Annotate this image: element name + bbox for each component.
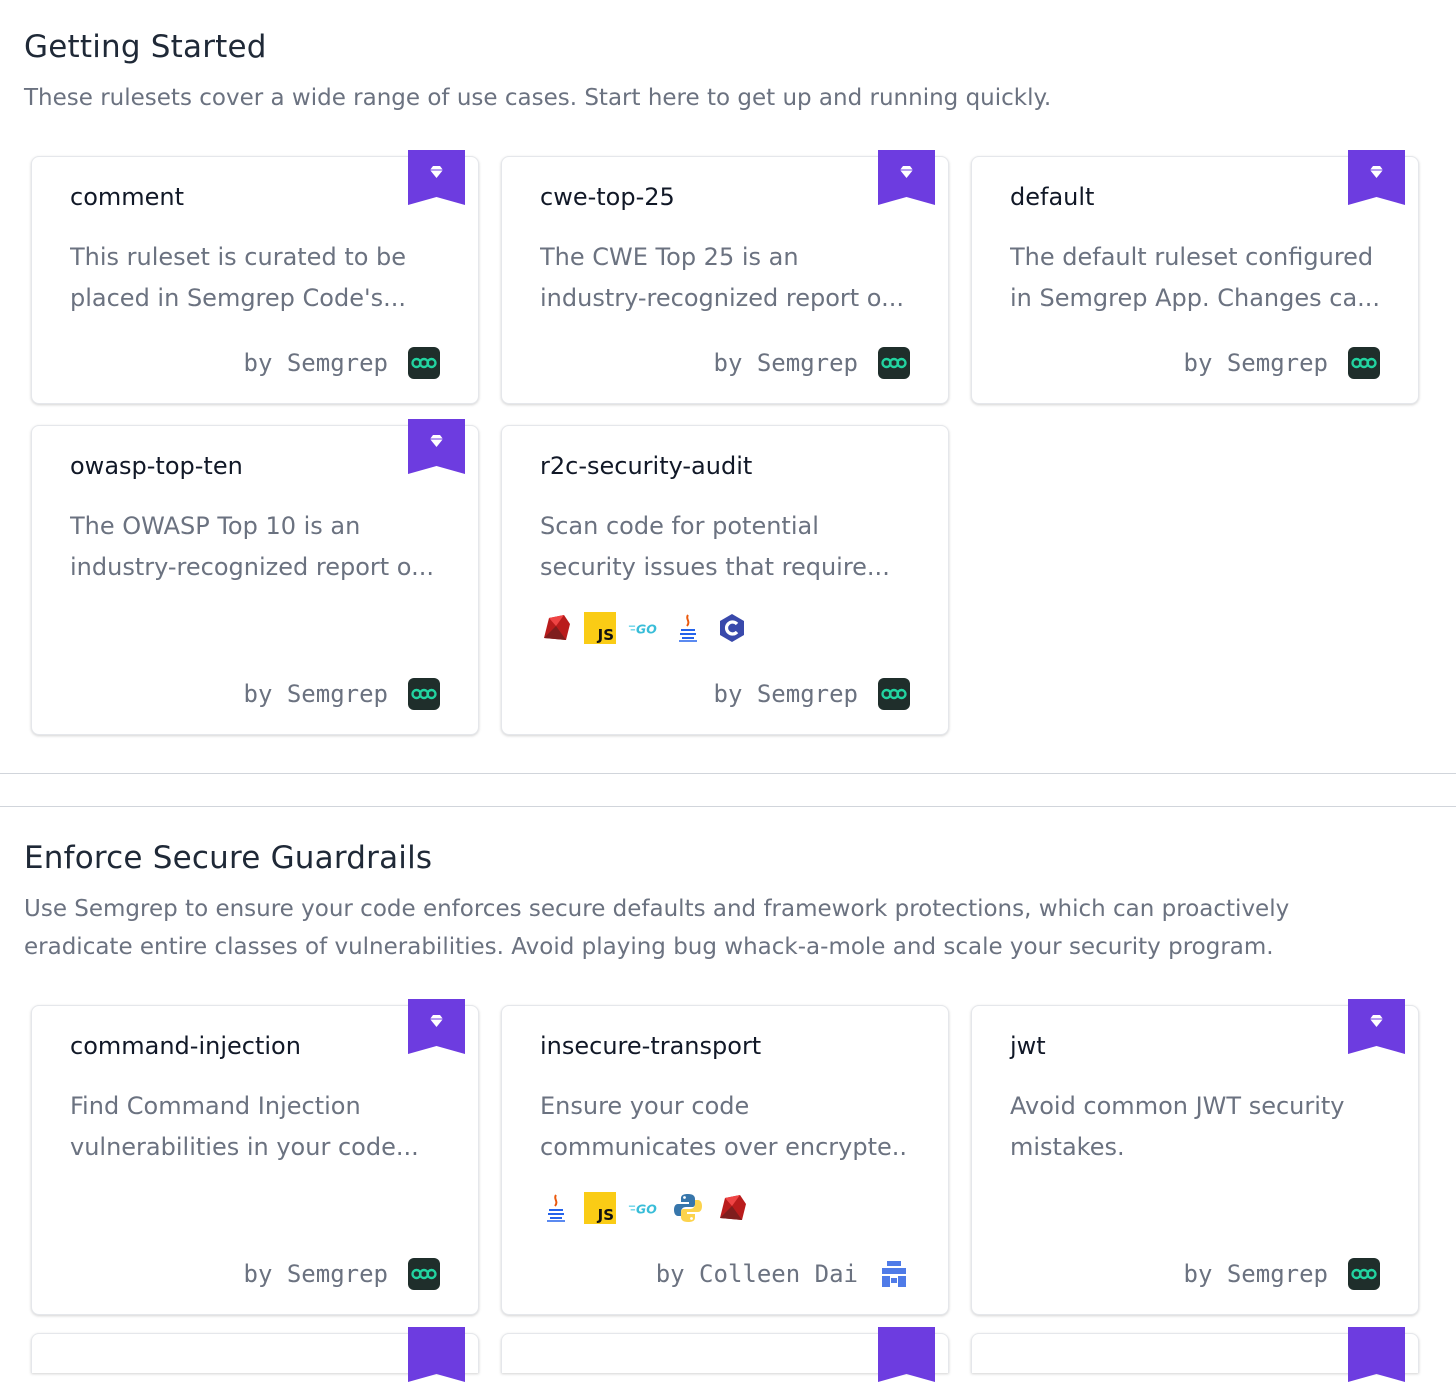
java-icon bbox=[540, 1192, 572, 1224]
ruleset-title: cwe-top-25 bbox=[540, 183, 675, 211]
javascript-icon: JS bbox=[584, 1192, 616, 1224]
ruleset-title: jwt bbox=[1010, 1032, 1046, 1060]
pro-diamond-icon bbox=[878, 1327, 935, 1382]
ruleset-description: The CWE Top 25 is an industry-recognized… bbox=[540, 243, 904, 312]
pro-diamond-icon bbox=[1348, 999, 1405, 1054]
go-icon: GO bbox=[628, 1192, 660, 1224]
user-avatar-icon bbox=[878, 1258, 910, 1290]
svg-text:JS: JS bbox=[597, 1206, 614, 1224]
section-divider bbox=[0, 773, 1456, 774]
section-title: Getting Started bbox=[24, 29, 267, 65]
pro-diamond-icon bbox=[1348, 150, 1405, 205]
ruleset-title: owasp-top-ten bbox=[70, 452, 243, 480]
ruleset-card-command-injection[interactable]: command-injection Find Command Injection… bbox=[31, 999, 479, 1315]
ruby-icon bbox=[540, 612, 572, 644]
ruleset-title: comment bbox=[70, 183, 185, 211]
ruleset-description: Find Command Injection vulnerabilities i… bbox=[70, 1092, 419, 1161]
svg-text:GO: GO bbox=[636, 1201, 657, 1216]
pro-diamond-icon bbox=[408, 419, 465, 474]
ruleset-title: r2c-security-audit bbox=[540, 452, 753, 480]
ruleset-card-partial[interactable] bbox=[971, 1327, 1419, 1382]
ruleset-author: by Semgrep bbox=[243, 678, 440, 710]
ruleset-author: by Colleen Dai bbox=[656, 1258, 910, 1290]
author-name: by Semgrep bbox=[713, 680, 859, 708]
pro-diamond-icon bbox=[878, 150, 935, 205]
author-name: by Semgrep bbox=[243, 1260, 389, 1288]
section-divider bbox=[0, 806, 1456, 807]
ruleset-description: This ruleset is curated to be placed in … bbox=[70, 243, 407, 312]
author-name: by Semgrep bbox=[1183, 349, 1329, 377]
ruleset-description: Scan code for potential security issues … bbox=[540, 512, 890, 581]
ruleset-card-jwt[interactable]: jwt Avoid common JWT security mistakes. … bbox=[971, 999, 1419, 1315]
ruleset-card-cwe-top-25[interactable]: cwe-top-25 The CWE Top 25 is an industry… bbox=[501, 150, 949, 404]
ruleset-description: The OWASP Top 10 is an industry-recogniz… bbox=[70, 512, 434, 581]
semgrep-logo-icon bbox=[878, 678, 910, 710]
semgrep-logo-icon bbox=[878, 347, 910, 379]
author-name: by Colleen Dai bbox=[655, 1260, 858, 1288]
language-icons: JS GO bbox=[540, 1192, 748, 1224]
ruleset-author: by Semgrep bbox=[713, 678, 910, 710]
javascript-icon: JS bbox=[584, 612, 616, 644]
java-icon bbox=[672, 612, 704, 644]
semgrep-logo-icon bbox=[408, 347, 440, 379]
semgrep-logo-icon bbox=[1348, 1258, 1380, 1290]
semgrep-logo-icon bbox=[1348, 347, 1380, 379]
ruleset-author: by Semgrep bbox=[243, 1258, 440, 1290]
author-name: by Semgrep bbox=[243, 349, 389, 377]
pro-diamond-icon bbox=[408, 150, 465, 205]
ruleset-title: insecure-transport bbox=[540, 1032, 762, 1060]
ruleset-description: The default ruleset configured in Semgre… bbox=[1010, 243, 1378, 312]
ruleset-card-partial[interactable] bbox=[501, 1327, 949, 1382]
ruleset-description: Avoid common JWT security mistakes. bbox=[1010, 1092, 1345, 1161]
author-name: by Semgrep bbox=[713, 349, 859, 377]
ruleset-title: command-injection bbox=[70, 1032, 301, 1060]
svg-text:JS: JS bbox=[597, 626, 614, 644]
ruleset-card-partial[interactable] bbox=[31, 1327, 479, 1382]
ruleset-author: by Semgrep bbox=[713, 347, 910, 379]
c-icon bbox=[716, 612, 748, 644]
semgrep-logo-icon bbox=[408, 1258, 440, 1290]
ruleset-author: by Semgrep bbox=[1183, 1258, 1380, 1290]
section-title: Enforce Secure Guardrails bbox=[24, 840, 433, 876]
language-icons: JS GO bbox=[540, 612, 748, 644]
go-icon: GO bbox=[628, 612, 660, 644]
ruleset-card-r2c-security-audit[interactable]: r2c-security-audit Scan code for potenti… bbox=[501, 425, 949, 735]
ruleset-title: default bbox=[1010, 183, 1095, 211]
ruleset-description: Ensure your code communicates over encry… bbox=[540, 1092, 908, 1161]
pro-diamond-icon bbox=[408, 1327, 465, 1382]
ruleset-card-insecure-transport[interactable]: insecure-transport Ensure your code comm… bbox=[501, 1005, 949, 1315]
python-icon bbox=[672, 1192, 704, 1224]
author-name: by Semgrep bbox=[243, 680, 389, 708]
pro-diamond-icon bbox=[408, 999, 465, 1054]
ruleset-author: by Semgrep bbox=[1183, 347, 1380, 379]
section-description: Use Semgrep to ensure your code enforces… bbox=[24, 896, 1290, 960]
ruleset-card-owasp-top-ten[interactable]: owasp-top-ten The OWASP Top 10 is an ind… bbox=[31, 419, 479, 735]
ruleset-author: by Semgrep bbox=[243, 347, 440, 379]
svg-text:GO: GO bbox=[636, 621, 657, 636]
section-description: These rulesets cover a wide range of use… bbox=[24, 85, 1052, 111]
author-name: by Semgrep bbox=[1183, 1260, 1329, 1288]
ruleset-card-comment[interactable]: comment This ruleset is curated to be pl… bbox=[31, 150, 479, 404]
semgrep-logo-icon bbox=[408, 678, 440, 710]
ruleset-card-default[interactable]: default The default ruleset configured i… bbox=[971, 150, 1419, 404]
pro-diamond-icon bbox=[1348, 1327, 1405, 1382]
ruby-icon bbox=[716, 1192, 748, 1224]
